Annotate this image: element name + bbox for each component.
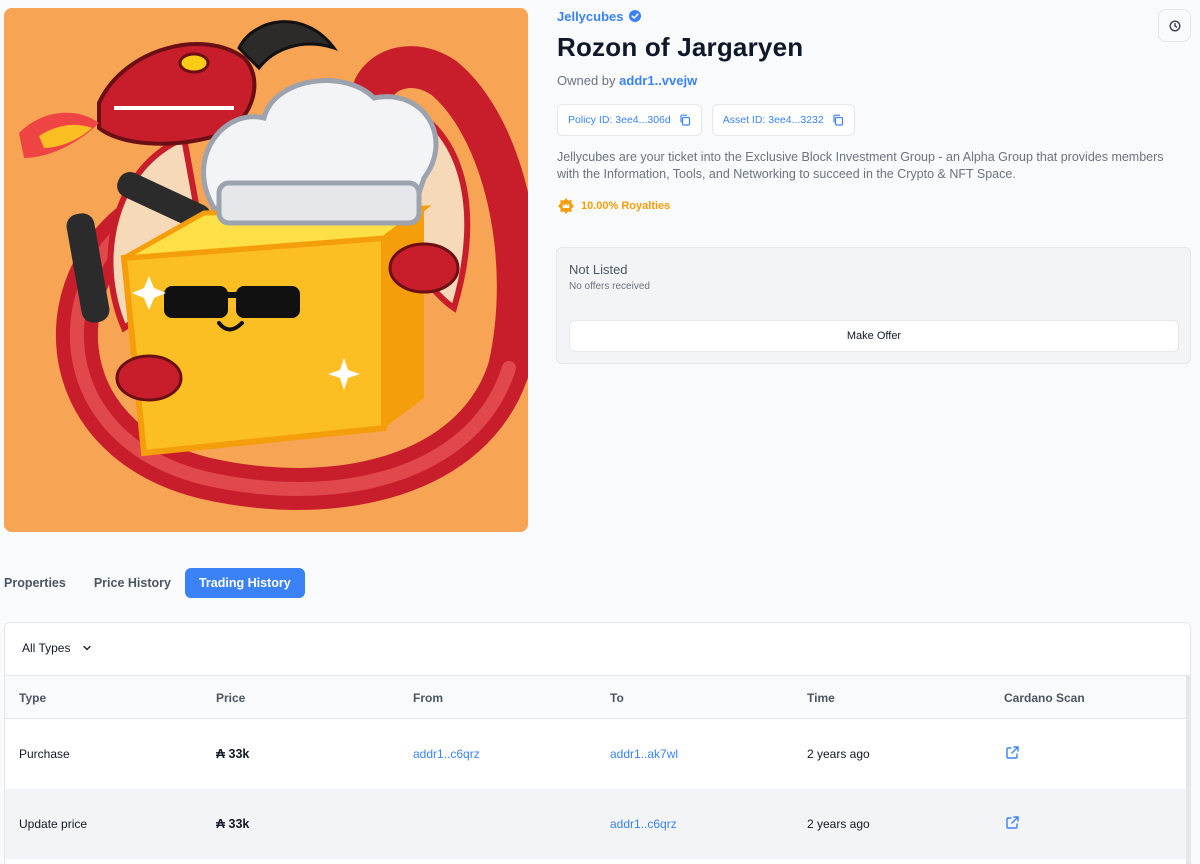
row-time: 2 years ago xyxy=(807,817,870,831)
table-scrollbar[interactable] xyxy=(1186,675,1190,864)
column-header-cardano-scan: Cardano Scan xyxy=(1004,691,1085,705)
owner-address-link[interactable]: addr1..vvejw xyxy=(619,73,697,88)
table-header: Type Price From To Time Cardano Scan xyxy=(5,675,1190,719)
row-from-address[interactable]: addr1..c6qrz xyxy=(413,747,480,761)
table-row: Update price ₳ 33k addr1..c6qrz 2 years … xyxy=(5,789,1190,859)
row-type: Purchase xyxy=(19,747,70,761)
clock-icon xyxy=(1168,19,1181,32)
row-to-address[interactable]: addr1..c6qrz xyxy=(610,817,677,831)
policy-id-chip[interactable]: Policy ID: 3ee4...306d xyxy=(557,104,702,136)
type-filter-value: All Types xyxy=(22,641,71,655)
make-offer-button[interactable]: Make Offer xyxy=(569,320,1179,352)
copy-icon[interactable] xyxy=(832,114,844,126)
column-header-type: Type xyxy=(19,691,47,705)
owner-label: Owned by xyxy=(557,73,616,88)
collection-link[interactable]: Jellycubes xyxy=(557,9,624,24)
chevron-down-icon xyxy=(83,645,92,651)
copy-icon[interactable] xyxy=(679,114,691,126)
verified-badge-icon xyxy=(628,10,641,22)
activity-history-button[interactable] xyxy=(1158,9,1191,42)
table-row: Purchase ₳ 33k addr1..c6qrz addr1..ak7wl… xyxy=(5,719,1190,789)
page-title: Rozon of Jargaryen xyxy=(557,32,804,62)
listing-card: Not Listed No offers received Make Offer xyxy=(556,247,1191,364)
external-link-icon[interactable] xyxy=(1005,745,1020,760)
royalty-text: 10.00% Royalties xyxy=(581,200,671,212)
asset-id-chip[interactable]: Asset ID: 3ee4...3232 xyxy=(711,104,855,136)
row-time: 2 years ago xyxy=(807,747,870,761)
column-header-to: To xyxy=(610,691,624,705)
asset-id-text: Asset ID: 3ee4...3232 xyxy=(722,114,824,126)
tab-trading-history[interactable]: Trading History xyxy=(184,568,305,598)
nft-info: Jellycubes Rozon of Jargaryen Owned by a… xyxy=(557,8,1191,215)
trading-history-panel: All Types Type Price From To Time Cardan… xyxy=(4,622,1191,864)
row-type: Update price xyxy=(19,817,88,831)
row-price: ₳ 33k xyxy=(216,747,250,761)
royalty-icon xyxy=(558,198,574,214)
nft-image xyxy=(4,8,528,532)
row-price: ₳ 33k xyxy=(216,817,250,831)
nft-description: Jellycubes are your ticket into the Excl… xyxy=(557,150,1164,181)
owner-row: Owned by addr1..vvejw xyxy=(557,73,1191,88)
column-header-from: From xyxy=(413,691,443,705)
column-header-price: Price xyxy=(216,691,246,705)
royalty-badge: 10.00% Royalties xyxy=(557,197,1191,215)
listing-status: Not Listed xyxy=(569,262,628,277)
tab-price-history[interactable]: Price History xyxy=(80,568,185,598)
tab-properties[interactable]: Properties xyxy=(4,568,80,598)
column-header-time: Time xyxy=(807,691,835,705)
offers-status: No offers received xyxy=(569,281,650,292)
policy-id-text: Policy ID: 3ee4...306d xyxy=(568,114,671,126)
external-link-icon[interactable] xyxy=(1005,815,1020,830)
row-to-address[interactable]: addr1..ak7wl xyxy=(610,747,678,761)
detail-tabs: Properties Price History Trading History xyxy=(4,568,305,598)
type-filter-dropdown[interactable]: All Types xyxy=(22,641,92,655)
